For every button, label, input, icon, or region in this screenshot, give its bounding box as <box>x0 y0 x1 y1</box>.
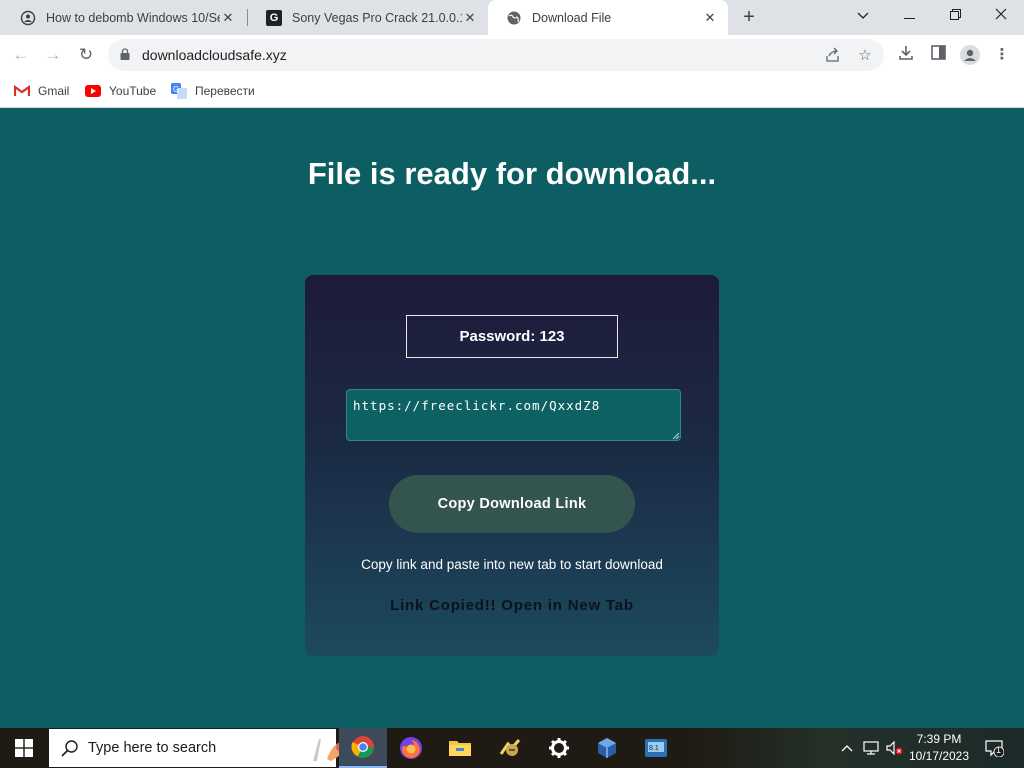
bookmark-label: Gmail <box>38 84 70 98</box>
bookmark-youtube[interactable]: YouTube <box>85 82 156 100</box>
instruction-text: Copy link and paste into new tab to star… <box>361 557 663 572</box>
bookmark-gmail[interactable]: Gmail <box>14 82 69 100</box>
share-icon[interactable] <box>824 47 842 65</box>
tab-title: How to debomb Windows 10/Se <box>46 10 220 25</box>
lock-icon[interactable] <box>120 48 130 60</box>
firefox-icon[interactable] <box>387 728 435 768</box>
virtualbox-icon[interactable] <box>583 728 631 768</box>
notification-count: 1 <box>996 745 1002 755</box>
url-text[interactable]: downloadcloudsafe.xyz <box>142 47 287 63</box>
globe-icon <box>506 10 522 26</box>
copy-download-link-button[interactable]: Copy Download Link <box>389 475 635 533</box>
bookmarks-bar: Gmail YouTube G Перевести <box>0 75 1024 108</box>
youtube-icon <box>85 85 101 97</box>
restore-button[interactable] <box>932 0 978 30</box>
tab-title: Download File <box>532 10 612 25</box>
download-link-field[interactable]: https://freeclickr.com/QxxdZ8 <box>346 389 681 441</box>
back-button[interactable]: ← <box>9 43 33 67</box>
g-letter-icon: G <box>266 9 282 26</box>
browser-toolbar: ← → ↻ downloadcloudsafe.xyz ☆ ⋮ <box>0 35 1024 75</box>
password-label: Password: 123 <box>406 315 618 358</box>
chrome-icon[interactable] <box>339 728 387 768</box>
page-content: File is ready for download... Password: … <box>0 108 1024 728</box>
network-icon[interactable] <box>860 728 882 768</box>
resize-handle-icon[interactable] <box>672 432 680 440</box>
minimize-button[interactable] <box>886 0 932 30</box>
windows-logo-icon <box>15 739 33 757</box>
page-title: File is ready for download... <box>307 156 717 191</box>
settings-gear-icon[interactable] <box>535 728 583 768</box>
side-panel-icon[interactable] <box>928 45 948 65</box>
search-placeholder: Type here to search <box>88 740 217 756</box>
taskbar-search[interactable]: Type here to search <box>49 729 375 767</box>
tab-download-file[interactable]: Download File ✕ <box>488 0 728 35</box>
menu-kebab-icon[interactable]: ⋮ <box>992 45 1012 65</box>
tab-strip: How to debomb Windows 10/Se ✕ G Sony Veg… <box>0 0 1024 35</box>
address-bar[interactable]: downloadcloudsafe.xyz ☆ <box>108 39 884 71</box>
tab-search-chevron-icon[interactable] <box>840 0 886 30</box>
forward-button[interactable]: → <box>41 43 65 67</box>
close-icon[interactable]: ✕ <box>220 10 236 26</box>
download-icon[interactable] <box>896 45 916 65</box>
gmail-icon <box>14 85 30 97</box>
tab-title: Sony Vegas Pro Crack 21.0.0.108 <box>292 10 462 25</box>
bookmark-translate[interactable]: G Перевести <box>171 82 255 100</box>
globe-person-icon <box>20 10 36 26</box>
reload-button[interactable]: ↻ <box>74 43 98 67</box>
close-icon[interactable]: ✕ <box>702 10 718 26</box>
bookmark-label: Перевести <box>195 84 255 98</box>
close-window-button[interactable] <box>978 0 1024 30</box>
taskbar: Type here to search 8.1 7:39 PM 10/17/20… <box>0 728 1024 768</box>
file-explorer-icon[interactable] <box>436 728 484 768</box>
new-tab-button[interactable]: + <box>737 5 761 29</box>
tweak-tool-icon[interactable] <box>486 728 534 768</box>
notification-center-icon[interactable]: 1 <box>980 728 1008 768</box>
bookmark-label: YouTube <box>109 84 157 98</box>
translate-icon: G <box>171 83 187 99</box>
profile-avatar-icon[interactable] <box>960 45 980 65</box>
system-clock[interactable]: 7:39 PM 10/17/2023 <box>902 731 976 765</box>
show-hidden-icons-chevron-icon[interactable] <box>836 728 858 768</box>
bookmark-star-icon[interactable]: ☆ <box>856 47 874 65</box>
copied-status-text: Link Copied!! Open in New Tab <box>390 597 634 614</box>
clock-time: 7:39 PM <box>916 732 962 746</box>
start-button[interactable] <box>0 728 48 768</box>
clock-date: 10/17/2023 <box>908 749 970 763</box>
download-card: Password: 123 https://freeclickr.com/Qxx… <box>305 275 719 656</box>
search-icon <box>61 740 78 757</box>
svg-text:G: G <box>173 85 179 94</box>
tab-sony-vegas[interactable]: G Sony Vegas Pro Crack 21.0.0.108 ✕ <box>248 0 488 35</box>
close-icon[interactable]: ✕ <box>462 10 478 26</box>
svg-text:8.1: 8.1 <box>649 745 659 752</box>
tab-debomb[interactable]: How to debomb Windows 10/Se ✕ <box>2 0 246 35</box>
tool-app-icon[interactable]: 8.1 <box>632 728 680 768</box>
